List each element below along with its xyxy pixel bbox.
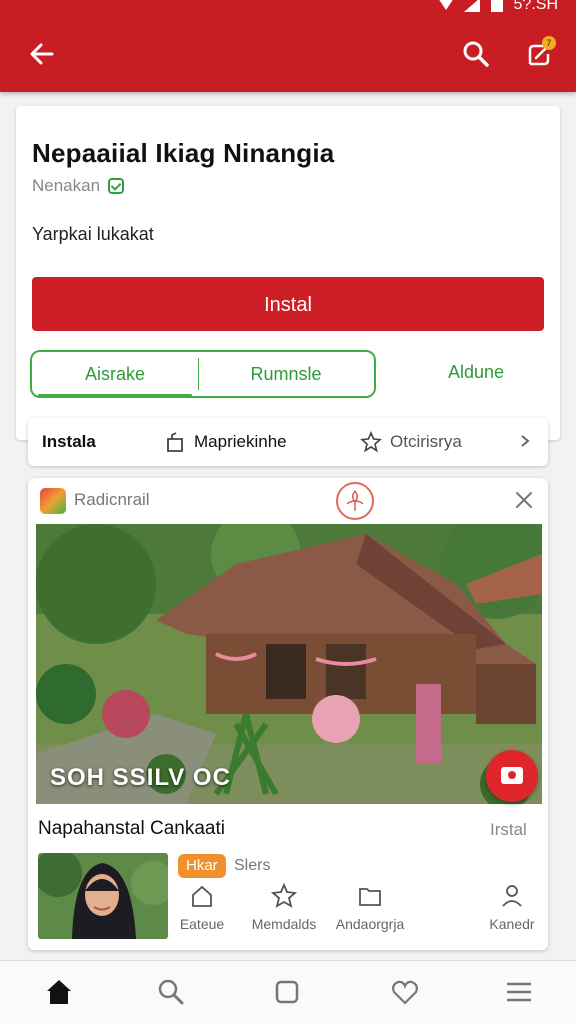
search-icon[interactable] — [460, 38, 492, 70]
avatar-illustration — [38, 853, 168, 939]
quick-item-2[interactable]: Mapriekinhe — [194, 418, 287, 466]
notification-button[interactable]: 7 — [522, 36, 556, 72]
camera-fab[interactable] — [486, 750, 538, 802]
square-icon[interactable] — [272, 977, 302, 1007]
person-icon — [502, 885, 522, 907]
developer-name: Nenakan — [32, 176, 101, 195]
wifi-icon — [438, 0, 453, 10]
action-label: Andaorgrja — [335, 916, 405, 932]
developer-row[interactable]: Nenakan — [32, 176, 125, 196]
notification-badge: 7 — [542, 36, 556, 50]
home-outline-icon — [192, 885, 212, 907]
action-kanedr[interactable]: Kanedr — [472, 882, 548, 932]
feed-card: Radicnrail SOH SSILV OC Napahanstal Cank… — [28, 478, 548, 950]
listing-title[interactable]: Napahanstal Cankaati — [38, 818, 225, 840]
install-button[interactable]: Instal — [32, 277, 544, 331]
action-label: Eateue — [179, 916, 225, 932]
status-time: 5?.SH — [513, 0, 558, 13]
signal-icon — [463, 0, 480, 12]
tab-rumnsle[interactable]: Rumnsle — [198, 352, 374, 396]
bag-icon — [167, 432, 183, 452]
action-memdalds[interactable]: Memdalds — [244, 882, 324, 932]
chevron-right-icon[interactable] — [518, 434, 532, 448]
house-photo[interactable]: SOH SSILV OC — [36, 524, 542, 804]
segmented-tabs: Aisrake Rumnsle — [30, 350, 376, 398]
emblem-icon — [336, 482, 374, 520]
active-tab-indicator — [38, 394, 192, 397]
brand-name: Radicnrail — [74, 490, 150, 509]
back-arrow-icon[interactable] — [26, 38, 58, 70]
house-illustration — [36, 524, 542, 804]
app-info-card: Nepaaiial Ikiag Ninangia Nenakan Yarpkai… — [16, 106, 560, 440]
photo-caption: SOH SSILV OC — [50, 764, 231, 791]
verified-icon — [108, 178, 125, 194]
quick-item-3[interactable]: Otcirisrya — [390, 418, 462, 466]
listing-install[interactable]: Irstal — [490, 820, 527, 840]
chip-subtext: Slers — [234, 857, 271, 874]
avatar[interactable] — [38, 853, 168, 939]
status-bar: 5?.SH — [0, 0, 576, 18]
menu-icon[interactable] — [504, 977, 534, 1007]
category-chip[interactable]: Hkar — [178, 854, 226, 878]
app-title: Nepaaiial Ikiag Ninangia — [32, 138, 335, 168]
action-andaorgrja[interactable]: Andaorgrja — [330, 882, 410, 932]
action-label: Kanedr — [489, 916, 535, 932]
heart-icon[interactable] — [390, 977, 420, 1007]
search-icon[interactable] — [156, 977, 186, 1007]
tab-aisrake[interactable]: Aisrake — [32, 352, 198, 396]
action-eateue[interactable]: Eateue — [162, 882, 242, 932]
app-subtitle: Yarpkai lukakat — [32, 224, 154, 244]
action-label: Memdalds — [251, 916, 317, 932]
bottom-nav — [0, 960, 576, 1025]
quick-actions-bar: Instala Mapriekinhe Otcirisrya — [28, 418, 548, 466]
home-icon[interactable] — [44, 977, 74, 1007]
brand-logo-icon — [40, 488, 66, 514]
battery-icon — [490, 0, 503, 12]
folder-icon — [359, 888, 381, 906]
star-outline-icon — [270, 882, 298, 908]
tab-aldune[interactable]: Aldune — [416, 350, 536, 394]
star-outline-icon — [360, 431, 382, 453]
close-icon[interactable] — [512, 488, 536, 512]
app-bar: 7 — [0, 18, 576, 92]
quick-install[interactable]: Instala — [42, 418, 96, 466]
